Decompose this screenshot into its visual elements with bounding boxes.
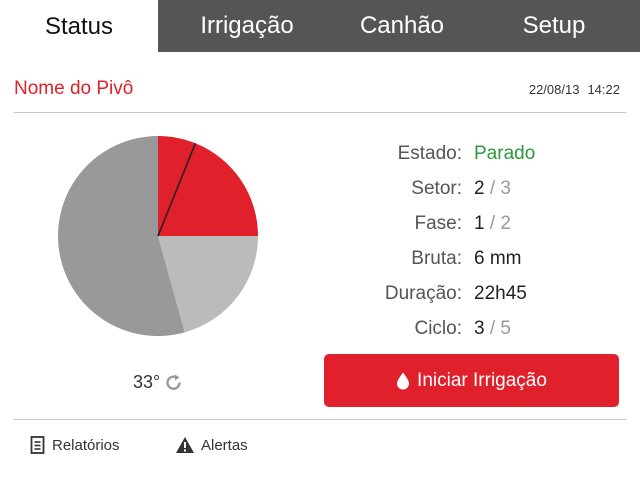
ciclo-separator: / — [489, 317, 496, 339]
datetime: 22/08/13 14:22 — [529, 82, 620, 97]
document-icon — [30, 436, 45, 454]
estado-value: Parado — [474, 142, 536, 164]
fase-value: 1 / 2 — [474, 213, 511, 235]
estado-label: Estado: — [397, 142, 462, 164]
fase-separator: / — [489, 212, 496, 234]
row-fase: Fase: 1 / 2 — [330, 206, 620, 241]
duracao-label: Duração: — [384, 282, 462, 304]
pivot-name: Nome do Pivô — [14, 78, 134, 99]
start-irrigation-label: Iniciar Irrigação — [417, 369, 547, 391]
alerts-link[interactable]: Alertas — [175, 436, 248, 454]
tab-setup[interactable]: Setup — [468, 0, 640, 52]
fase-total: 2 — [500, 212, 511, 234]
tab-bar: Status Irrigação Canhão Setup — [0, 0, 640, 54]
fase-current: 1 — [474, 212, 485, 234]
reports-link[interactable]: Relatórios — [30, 436, 120, 454]
alerts-label: Alertas — [201, 436, 248, 454]
angle-value: 33° — [133, 372, 161, 392]
row-ciclo: Ciclo: 3 / 5 — [330, 311, 620, 346]
angle-readout: 33° — [133, 372, 184, 393]
row-bruta: Bruta: 6 mm — [330, 241, 620, 276]
tab-irrigacao[interactable]: Irrigação — [158, 0, 336, 52]
tab-status[interactable]: Status — [0, 0, 158, 54]
refresh-icon[interactable] — [164, 373, 184, 393]
header-divider — [14, 112, 626, 113]
fase-label: Fase: — [414, 212, 462, 234]
ciclo-current: 3 — [474, 317, 485, 339]
row-estado: Estado: Parado — [330, 136, 620, 171]
date-text: 22/08/13 — [528, 82, 580, 97]
setor-value: 2 / 3 — [474, 178, 511, 200]
bruta-label: Bruta: — [411, 247, 462, 269]
water-drop-icon — [397, 372, 410, 389]
row-setor: Setor: 2 / 3 — [330, 171, 620, 206]
warning-icon — [176, 437, 194, 453]
start-irrigation-button[interactable]: Iniciar Irrigação — [324, 354, 619, 407]
duracao-value: 22h45 — [474, 282, 527, 304]
ciclo-label: Ciclo: — [414, 317, 462, 339]
bruta-value: 6 mm — [474, 247, 522, 269]
status-info: Estado: Parado Setor: 2 / 3 Fase: 1 / 2 … — [330, 136, 620, 346]
tab-canhao[interactable]: Canhão — [336, 0, 468, 52]
setor-total: 3 — [500, 177, 511, 199]
setor-label: Setor: — [411, 177, 462, 199]
ciclo-value: 3 / 5 — [474, 318, 511, 340]
ciclo-total: 5 — [500, 317, 511, 339]
setor-current: 2 — [474, 177, 485, 199]
sector-pie — [57, 136, 258, 336]
setor-separator: / — [489, 177, 496, 199]
reports-label: Relatórios — [52, 436, 120, 454]
footer-divider — [14, 419, 626, 420]
row-duracao: Duração: 22h45 — [330, 276, 620, 311]
time-text: 14:22 — [587, 82, 620, 97]
